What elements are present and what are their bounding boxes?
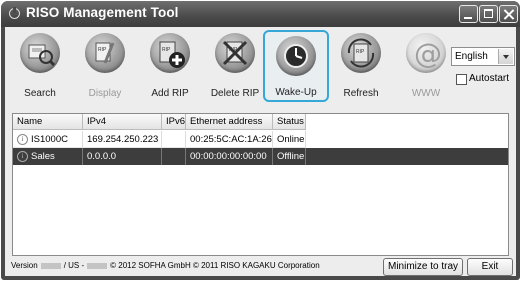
cell-status: Online [273, 131, 306, 148]
search-icon [20, 33, 60, 73]
exit-button[interactable]: Exit [467, 258, 513, 276]
title-bar[interactable]: RISO Management Tool [1, 1, 520, 27]
version-region: / US - [63, 261, 85, 270]
autostart-label[interactable]: Autostart [469, 73, 509, 84]
redacted-version [40, 262, 61, 269]
cell-name-text: IS1000C [31, 134, 68, 145]
display-button[interactable]: RIP Display [73, 27, 137, 105]
refresh-button-label: Refresh [343, 88, 379, 99]
copyright-text: © 2012 SOFHA GmbH © 2011 RISO KAGAKU Cor… [110, 261, 320, 270]
svg-text:RIP: RIP [98, 47, 107, 53]
add-rip-icon: RIP [150, 33, 190, 73]
delete-rip-button-label: Delete RIP [210, 88, 260, 99]
svg-text:RIP: RIP [356, 49, 365, 55]
cell-ethernet: 00:25:5C:AC:1A:26 [186, 131, 273, 148]
refresh-icon: RIP [341, 33, 381, 73]
minimize-to-tray-button[interactable]: Minimize to tray [383, 258, 463, 276]
display-button-label: Display [88, 88, 122, 99]
power-app-icon [9, 7, 20, 19]
cell-ipv6 [162, 148, 186, 165]
app-window: RISO Management Tool Search RIP Display … [1, 1, 520, 280]
autostart-checkbox[interactable] [456, 74, 467, 85]
add-rip-button[interactable]: RIP Add RIP [138, 27, 202, 105]
version-info: Version / US - © 2012 SOFHA GmbH © 2011 RI… [11, 260, 320, 272]
column-header-name[interactable]: Name [13, 114, 83, 130]
search-button-label: Search [24, 88, 56, 99]
cell-name: i IS1000C [13, 131, 83, 148]
cell-ethernet: 00:00:00:00:00:00 [186, 148, 273, 165]
delete-rip-icon: RIP [215, 33, 255, 73]
minimize-window-button[interactable] [459, 5, 478, 23]
maximize-window-button[interactable] [479, 5, 498, 23]
cell-ipv4: 0.0.0.0 [83, 148, 162, 165]
wake-up-button[interactable]: Wake-Up [263, 30, 329, 102]
refresh-button[interactable]: RIP Refresh [329, 27, 393, 105]
cell-ipv6 [162, 131, 186, 148]
info-icon: i [17, 150, 28, 162]
table-row-selected[interactable]: i Sales 0.0.0.0 00:00:00:00:00:00 Offline [13, 148, 508, 165]
display-icon: RIP [85, 33, 125, 73]
column-header-ipv6[interactable]: IPv6 [162, 114, 186, 130]
language-select[interactable]: English [451, 47, 515, 66]
version-prefix: Version [11, 261, 38, 270]
chevron-down-icon[interactable] [498, 49, 513, 64]
svg-text:@: @ [414, 37, 442, 70]
window-title: RISO Management Tool [26, 5, 179, 20]
search-button[interactable]: Search [8, 27, 72, 105]
info-icon: i [17, 133, 28, 145]
www-at-icon: @ [406, 33, 446, 73]
www-button-label: WWW [411, 88, 441, 99]
client-area: Search RIP Display RIP Add RIP RIP Delet… [5, 27, 516, 276]
redacted-build [87, 262, 108, 269]
cell-status: Offline [273, 148, 306, 165]
column-header-ethernet[interactable]: Ethernet address [186, 114, 273, 130]
delete-rip-button[interactable]: RIP Delete RIP [203, 27, 267, 105]
cell-name: i Sales [13, 148, 83, 165]
wake-up-button-label: Wake-Up [275, 87, 317, 98]
www-button[interactable]: @ WWW [394, 27, 458, 105]
wake-up-clock-icon [276, 36, 316, 76]
cell-ipv4: 169.254.250.223 [83, 131, 162, 148]
table-row[interactable]: i IS1000C 169.254.250.223 00:25:5C:AC:1A:… [13, 131, 508, 148]
add-rip-button-label: Add RIP [151, 88, 189, 99]
column-header-ipv4[interactable]: IPv4 [83, 114, 162, 130]
language-select-value: English [455, 51, 488, 62]
close-window-button[interactable] [499, 5, 518, 23]
rip-table: Name IPv4 IPv6 Ethernet address Status i… [12, 113, 509, 256]
cell-name-text: Sales [31, 151, 55, 162]
column-header-status[interactable]: Status [273, 114, 306, 130]
svg-text:RIP: RIP [162, 47, 171, 53]
